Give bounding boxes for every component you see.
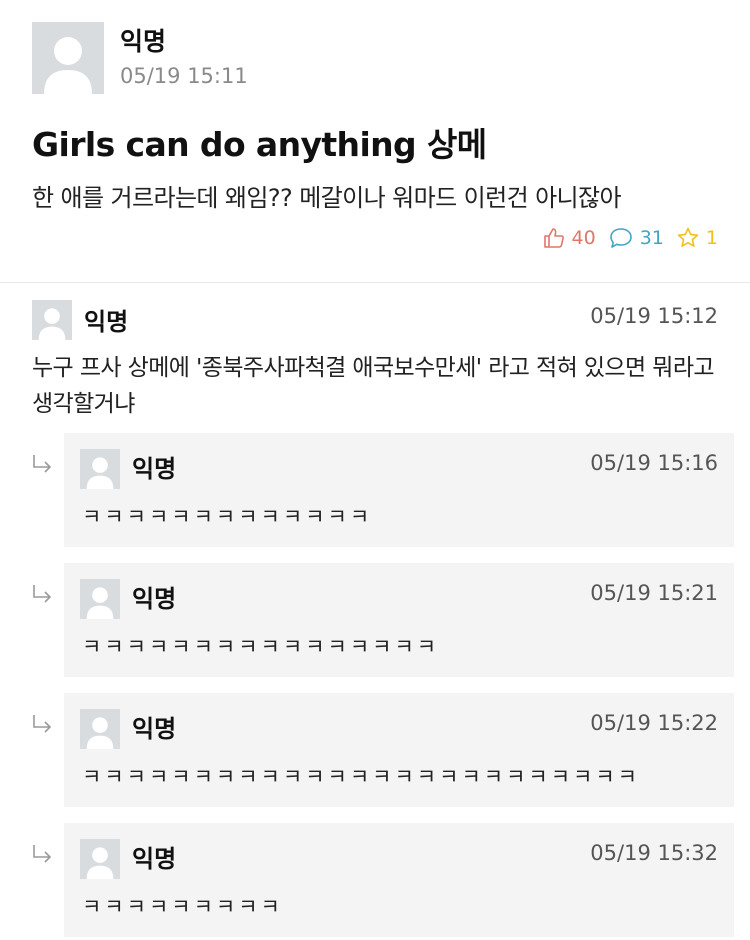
reply-author-avatar-icon <box>80 839 120 879</box>
post-timestamp: 05/19 15:11 <box>120 64 248 88</box>
post-author-avatar-icon <box>32 22 104 94</box>
reply-text: ㅋㅋㅋㅋㅋㅋㅋㅋㅋ <box>82 895 283 919</box>
reply-arrow-icon <box>33 845 52 863</box>
reply-text: ㅋㅋㅋㅋㅋㅋㅋㅋㅋㅋㅋㅋㅋ <box>82 505 373 529</box>
comment-count: 31 <box>639 227 664 249</box>
reply-item: 익명 05/19 15:16 ㅋㅋㅋㅋㅋㅋㅋㅋㅋㅋㅋㅋㅋ <box>64 433 734 547</box>
reply-author: 익명 <box>132 715 177 743</box>
reply-item: 익명 05/19 15:32 ㅋㅋㅋㅋㅋㅋㅋㅋㅋ <box>64 823 734 937</box>
post-body: 한 애를 거르라는데 왜임?? 메갈이나 워마드 이런건 아니잖아 <box>32 184 622 212</box>
comment-author: 익명 <box>84 308 129 336</box>
reply-arrow-icon <box>33 715 52 733</box>
reply-timestamp: 05/19 15:16 <box>590 451 718 475</box>
comment-text: 누구 프사 상메에 '종북주사파척결 애국보수만세' 라고 적혀 있으면 뭐라고… <box>32 355 715 417</box>
reply-arrow-icon <box>33 455 52 473</box>
reply-author: 익명 <box>132 455 177 483</box>
reply-text: ㅋㅋㅋㅋㅋㅋㅋㅋㅋㅋㅋㅋㅋㅋㅋㅋㅋㅋㅋㅋㅋㅋㅋㅋㅋ <box>82 765 640 789</box>
post-divider <box>0 282 750 283</box>
reply-timestamp: 05/19 15:32 <box>590 841 718 865</box>
like-count-button[interactable]: 40 <box>542 226 596 250</box>
thumbs-up-icon <box>542 226 566 250</box>
reply-author: 익명 <box>132 845 177 873</box>
reply-author-avatar-icon <box>80 579 120 619</box>
comment-timestamp: 05/19 15:12 <box>590 304 718 328</box>
reply-text: ㅋㅋㅋㅋㅋㅋㅋㅋㅋㅋㅋㅋㅋㅋㅋㅋ <box>82 635 440 659</box>
post-author: 익명 <box>120 27 167 56</box>
speech-bubble-icon <box>608 226 634 250</box>
reply-item: 익명 05/19 15:22 ㅋㅋㅋㅋㅋㅋㅋㅋㅋㅋㅋㅋㅋㅋㅋㅋㅋㅋㅋㅋㅋㅋㅋㅋㅋ <box>64 693 734 807</box>
reply-author: 익명 <box>132 585 177 613</box>
reply-author-avatar-icon <box>80 449 120 489</box>
reply-author-avatar-icon <box>80 709 120 749</box>
reply-item: 익명 05/19 15:21 ㅋㅋㅋㅋㅋㅋㅋㅋㅋㅋㅋㅋㅋㅋㅋㅋ <box>64 563 734 677</box>
comment-count-button[interactable]: 31 <box>608 226 664 250</box>
reply-arrow-icon <box>33 585 52 603</box>
star-icon <box>676 226 700 250</box>
like-count: 40 <box>571 227 596 249</box>
post-title: Girls can do anything 상메 <box>32 125 487 164</box>
reply-timestamp: 05/19 15:22 <box>590 711 718 735</box>
comment-author-avatar-icon <box>32 300 72 340</box>
post-stats: 40 31 1 <box>542 226 718 250</box>
reply-timestamp: 05/19 15:21 <box>590 581 718 605</box>
scrap-count-button[interactable]: 1 <box>676 226 718 250</box>
scrap-count: 1 <box>705 227 718 249</box>
